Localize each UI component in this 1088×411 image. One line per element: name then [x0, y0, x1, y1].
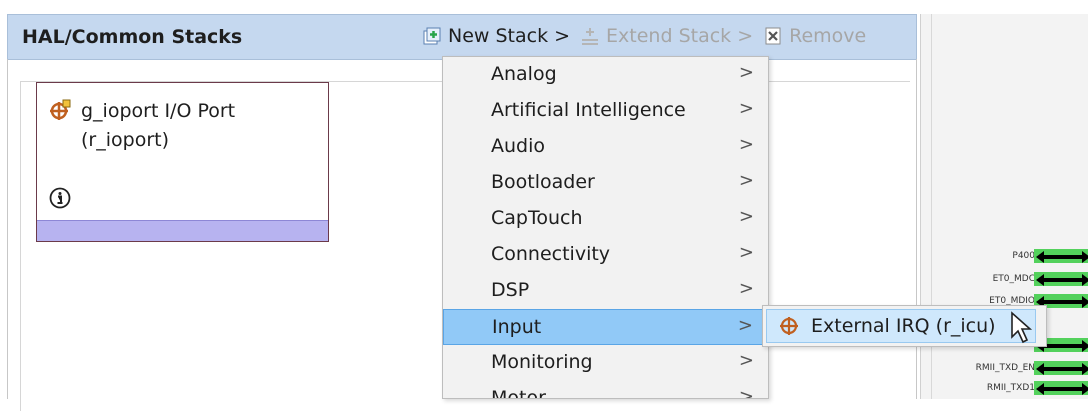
submenu-arrow-icon: > — [738, 134, 754, 155]
toolbar: New Stack > Extend Stack > Remove — [422, 25, 876, 47]
remove-button[interactable]: Remove — [763, 25, 866, 47]
submenu-arrow-icon: > — [738, 350, 754, 371]
pin-label: RMII_TXD1 — [986, 383, 1035, 393]
new-stack-label: New Stack > — [448, 25, 571, 47]
module-title: g_ioport I/O Port (r_ioport) — [81, 97, 235, 155]
submenu-arrow-icon: > — [738, 278, 754, 299]
pin-arrow-icon[interactable] — [1034, 272, 1088, 286]
pin-arrow-icon[interactable] — [1034, 249, 1088, 263]
submenu-item-label: External IRQ (r_icu) — [811, 315, 996, 337]
submenu-arrow-icon: > — [738, 242, 754, 263]
new-stack-icon — [422, 26, 442, 46]
info-icon[interactable] — [49, 187, 71, 209]
panel-title: HAL/Common Stacks — [22, 26, 243, 48]
panel-header: HAL/Common Stacks New Stack > Extend Sta… — [7, 14, 917, 60]
menu-item-label: Monitoring — [491, 351, 593, 373]
menu-item-analog[interactable]: Analog > — [443, 57, 768, 93]
pin-label: P400 — [1012, 251, 1035, 261]
menu-item-dsp[interactable]: DSP > — [443, 273, 768, 309]
menu-item-monitoring[interactable]: Monitoring > — [443, 345, 768, 381]
remove-icon — [763, 26, 783, 46]
menu-item-captouch[interactable]: CapTouch > — [443, 201, 768, 237]
menu-item-label: CapTouch — [491, 207, 583, 229]
extend-stack-button[interactable]: Extend Stack > — [580, 25, 753, 47]
submenu-arrow-icon: > — [738, 206, 754, 227]
submenu-arrow-icon: > — [738, 386, 754, 399]
extend-stack-label: Extend Stack > — [606, 25, 754, 47]
submenu-item-external-irq[interactable]: External IRQ (r_icu) — [766, 309, 1036, 343]
pin-arrow-icon[interactable] — [1034, 361, 1088, 375]
module-name: g_ioport I/O Port — [81, 100, 236, 122]
new-stack-button[interactable]: New Stack > — [422, 25, 570, 47]
module-driver: (r_ioport) — [81, 129, 169, 151]
input-submenu: External IRQ (r_icu) — [762, 305, 1047, 347]
extend-stack-icon — [580, 26, 600, 46]
pin-label: ET0_MDC — [992, 274, 1035, 284]
menu-item-label: Input — [492, 316, 542, 338]
menu-item-label: Motor — [491, 387, 546, 399]
menu-item-label: Artificial Intelligence — [491, 99, 686, 121]
submenu-arrow-icon: > — [737, 315, 753, 336]
menu-item-bootloader[interactable]: Bootloader > — [443, 165, 768, 201]
remove-label: Remove — [789, 25, 867, 47]
menu-item-label: Connectivity — [491, 243, 611, 265]
module-footer — [37, 220, 328, 241]
submenu-arrow-icon: > — [738, 62, 754, 83]
menu-item-input[interactable]: Input > — [443, 309, 768, 345]
pin-arrow-icon[interactable] — [1034, 381, 1088, 395]
menu-item-artificial-intelligence[interactable]: Artificial Intelligence > — [443, 93, 768, 129]
ioport-module-block[interactable]: g_ioport I/O Port (r_ioport) — [36, 82, 329, 242]
new-stack-menu: Analog > Artificial Intelligence > Audio > Boo… — [442, 56, 769, 399]
submenu-arrow-icon: > — [738, 170, 754, 191]
menu-item-audio[interactable]: Audio > — [443, 129, 768, 165]
menu-item-label: Analog — [491, 63, 557, 85]
mouse-cursor-icon — [1010, 311, 1036, 345]
menu-item-label: Audio — [491, 135, 546, 157]
module-icon — [779, 316, 799, 336]
menu-item-label: DSP — [491, 279, 530, 301]
menu-item-label: Bootloader — [491, 171, 595, 193]
menu-item-connectivity[interactable]: Connectivity > — [443, 237, 768, 273]
module-config-icon — [49, 99, 71, 121]
menu-item-motor[interactable]: Motor > — [443, 381, 768, 399]
pin-label: RMII_TXD_EN — [975, 363, 1035, 373]
submenu-arrow-icon: > — [738, 98, 754, 119]
